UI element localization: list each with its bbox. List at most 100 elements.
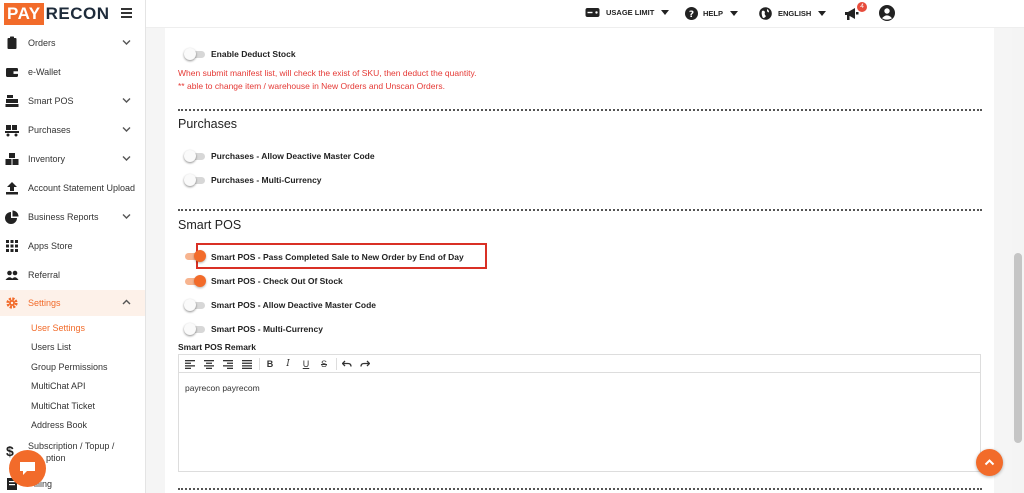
sidebar-item-orders[interactable]: Orders	[0, 30, 145, 56]
boxes-icon	[5, 153, 19, 165]
user-account-icon[interactable]	[879, 5, 895, 21]
align-right-icon[interactable]	[222, 358, 234, 370]
upload-icon	[6, 182, 18, 195]
sidebar-item-ewallet[interactable]: e-Wallet	[0, 59, 145, 85]
purchases-section-title: Purchases	[178, 117, 238, 131]
sidebar-item-inventory[interactable]: Inventory	[0, 146, 145, 172]
chat-button[interactable]	[9, 450, 46, 487]
scroll-to-top-button[interactable]	[976, 449, 1003, 476]
sidebar-subitem-multichat-ticket[interactable]: MultiChat Ticket	[31, 401, 95, 411]
align-center-icon[interactable]	[203, 358, 215, 370]
sidebar-item-label: e-Wallet	[28, 67, 61, 77]
sidebar-item-label: Apps Store	[28, 241, 73, 251]
enable-deduct-stock-toggle[interactable]	[184, 48, 205, 60]
sidebar-item-label: Account Statement Upload	[28, 183, 136, 193]
remark-text-area[interactable]: payrecon payrecom	[185, 383, 260, 393]
sidebar-item-label: Settings	[28, 298, 61, 308]
help-label: HELP	[703, 9, 724, 18]
sidebar: PAY RECON Orders e-Wallet Smart POS Purc…	[0, 0, 146, 493]
scrollbar-thumb[interactable]	[1014, 253, 1022, 443]
bold-icon[interactable]: B	[264, 358, 276, 370]
language-label: ENGLISH	[778, 9, 812, 18]
sidebar-item-apps-store[interactable]: Apps Store	[0, 233, 145, 259]
purchases-multi-currency-label: Purchases - Multi-Currency	[211, 175, 322, 185]
smart-pos-remark-label: Smart POS Remark	[178, 342, 256, 352]
settings-card: Enable Deduct Stock When submit manifest…	[165, 28, 994, 493]
sidebar-item-business-reports[interactable]: Business Reports	[0, 204, 145, 230]
align-left-icon[interactable]	[184, 358, 196, 370]
sidebar-item-purchases[interactable]: Purchases	[0, 117, 145, 143]
chevron-down-icon	[122, 156, 131, 161]
language-dropdown[interactable]: ENGLISH	[759, 7, 827, 20]
svg-text:?: ?	[689, 10, 694, 20]
chevron-down-icon	[122, 214, 131, 219]
chevron-down-icon	[122, 127, 131, 132]
smart-pos-remark-editor: B I U S payrecon payrecom	[178, 354, 981, 472]
question-circle-icon: ?	[685, 7, 698, 20]
sidebar-item-label: Inventory	[28, 154, 66, 164]
sidebar-subitem-multichat-api[interactable]: MultiChat API	[31, 381, 86, 391]
smart-pos-pass-completed-sale-toggle[interactable]	[185, 250, 206, 262]
sidebar-item-label: Orders	[28, 38, 56, 48]
logo-row: PAY RECON	[0, 0, 145, 28]
strikethrough-icon[interactable]: S	[318, 358, 330, 370]
hamburger-menu-icon[interactable]	[121, 8, 132, 18]
wallet-icon	[6, 68, 18, 77]
sidebar-subitem-user-settings[interactable]: User Settings	[31, 323, 85, 333]
caret-down-icon	[730, 11, 739, 16]
purchases-multi-currency-toggle[interactable]	[184, 174, 205, 186]
chat-icon	[20, 462, 35, 475]
chevron-down-icon	[122, 98, 131, 103]
purchases-allow-deactive-master-code-toggle[interactable]	[184, 150, 205, 162]
redo-icon[interactable]	[359, 358, 371, 370]
cash-register-icon	[5, 95, 19, 107]
editor-toolbar: B I U S	[179, 355, 980, 373]
chevron-down-icon	[122, 40, 131, 45]
page-scrollbar[interactable]	[1012, 28, 1024, 493]
subscription-line1: Subscription / Topup /	[28, 441, 115, 451]
logo-recon: RECON	[45, 4, 110, 23]
italic-icon[interactable]: I	[282, 358, 294, 370]
top-navbar: USAGE LIMIT ? HELP ENGLISH 4	[146, 0, 1024, 28]
hard-drive-icon	[585, 8, 600, 17]
section-divider	[178, 209, 982, 211]
align-justify-icon[interactable]	[241, 358, 253, 370]
dolly-icon	[5, 125, 19, 137]
help-dropdown[interactable]: ? HELP	[685, 7, 739, 20]
sidebar-item-label: Smart POS	[28, 96, 74, 106]
clipboard-icon	[7, 36, 17, 49]
chevron-up-icon	[122, 299, 131, 305]
logo-pay: PAY	[4, 3, 44, 25]
smart-pos-check-out-of-stock-toggle[interactable]	[185, 275, 206, 287]
section-divider	[178, 488, 982, 490]
usage-limit-label: USAGE LIMIT	[606, 8, 655, 17]
smart-pos-allow-deactive-master-code-toggle[interactable]	[184, 299, 205, 311]
undo-icon[interactable]	[341, 358, 353, 370]
deduct-stock-note-2: ** able to change item / warehouse in Ne…	[178, 81, 445, 91]
caret-down-icon	[661, 10, 670, 15]
caret-down-icon	[818, 11, 827, 16]
grid-icon	[6, 240, 18, 252]
payrecon-logo[interactable]: PAY RECON	[4, 3, 110, 25]
sidebar-subitem-group-permissions[interactable]: Group Permissions	[31, 362, 108, 372]
toolbar-separator	[259, 358, 260, 370]
sidebar-subitem-users-list[interactable]: Users List	[31, 342, 71, 352]
toolbar-separator	[336, 358, 337, 370]
sidebar-item-smart-pos[interactable]: Smart POS	[0, 88, 145, 114]
sidebar-item-label: Purchases	[28, 125, 71, 135]
smart-pos-section-title: Smart POS	[178, 218, 242, 232]
smart-pos-multi-currency-label: Smart POS - Multi-Currency	[211, 324, 323, 334]
deduct-stock-note-1: When submit manifest list, will check th…	[178, 68, 477, 78]
smart-pos-allow-deactive-master-code-label: Smart POS - Allow Deactive Master Code	[211, 300, 377, 310]
globe-icon	[759, 7, 772, 20]
smart-pos-check-out-of-stock-label: Smart POS - Check Out Of Stock	[211, 276, 343, 286]
usage-limit-dropdown[interactable]: USAGE LIMIT	[585, 7, 670, 18]
sidebar-item-referral[interactable]: Referral	[0, 262, 145, 288]
gear-icon	[6, 297, 18, 309]
sidebar-subitem-address-book[interactable]: Address Book	[31, 420, 87, 430]
sidebar-item-label: Business Reports	[28, 212, 99, 222]
smart-pos-multi-currency-toggle[interactable]	[184, 323, 205, 335]
underline-icon[interactable]: U	[300, 358, 312, 370]
sidebar-item-settings[interactable]: Settings	[0, 290, 145, 316]
sidebar-item-account-statement-upload[interactable]: Account Statement Upload	[0, 175, 145, 201]
